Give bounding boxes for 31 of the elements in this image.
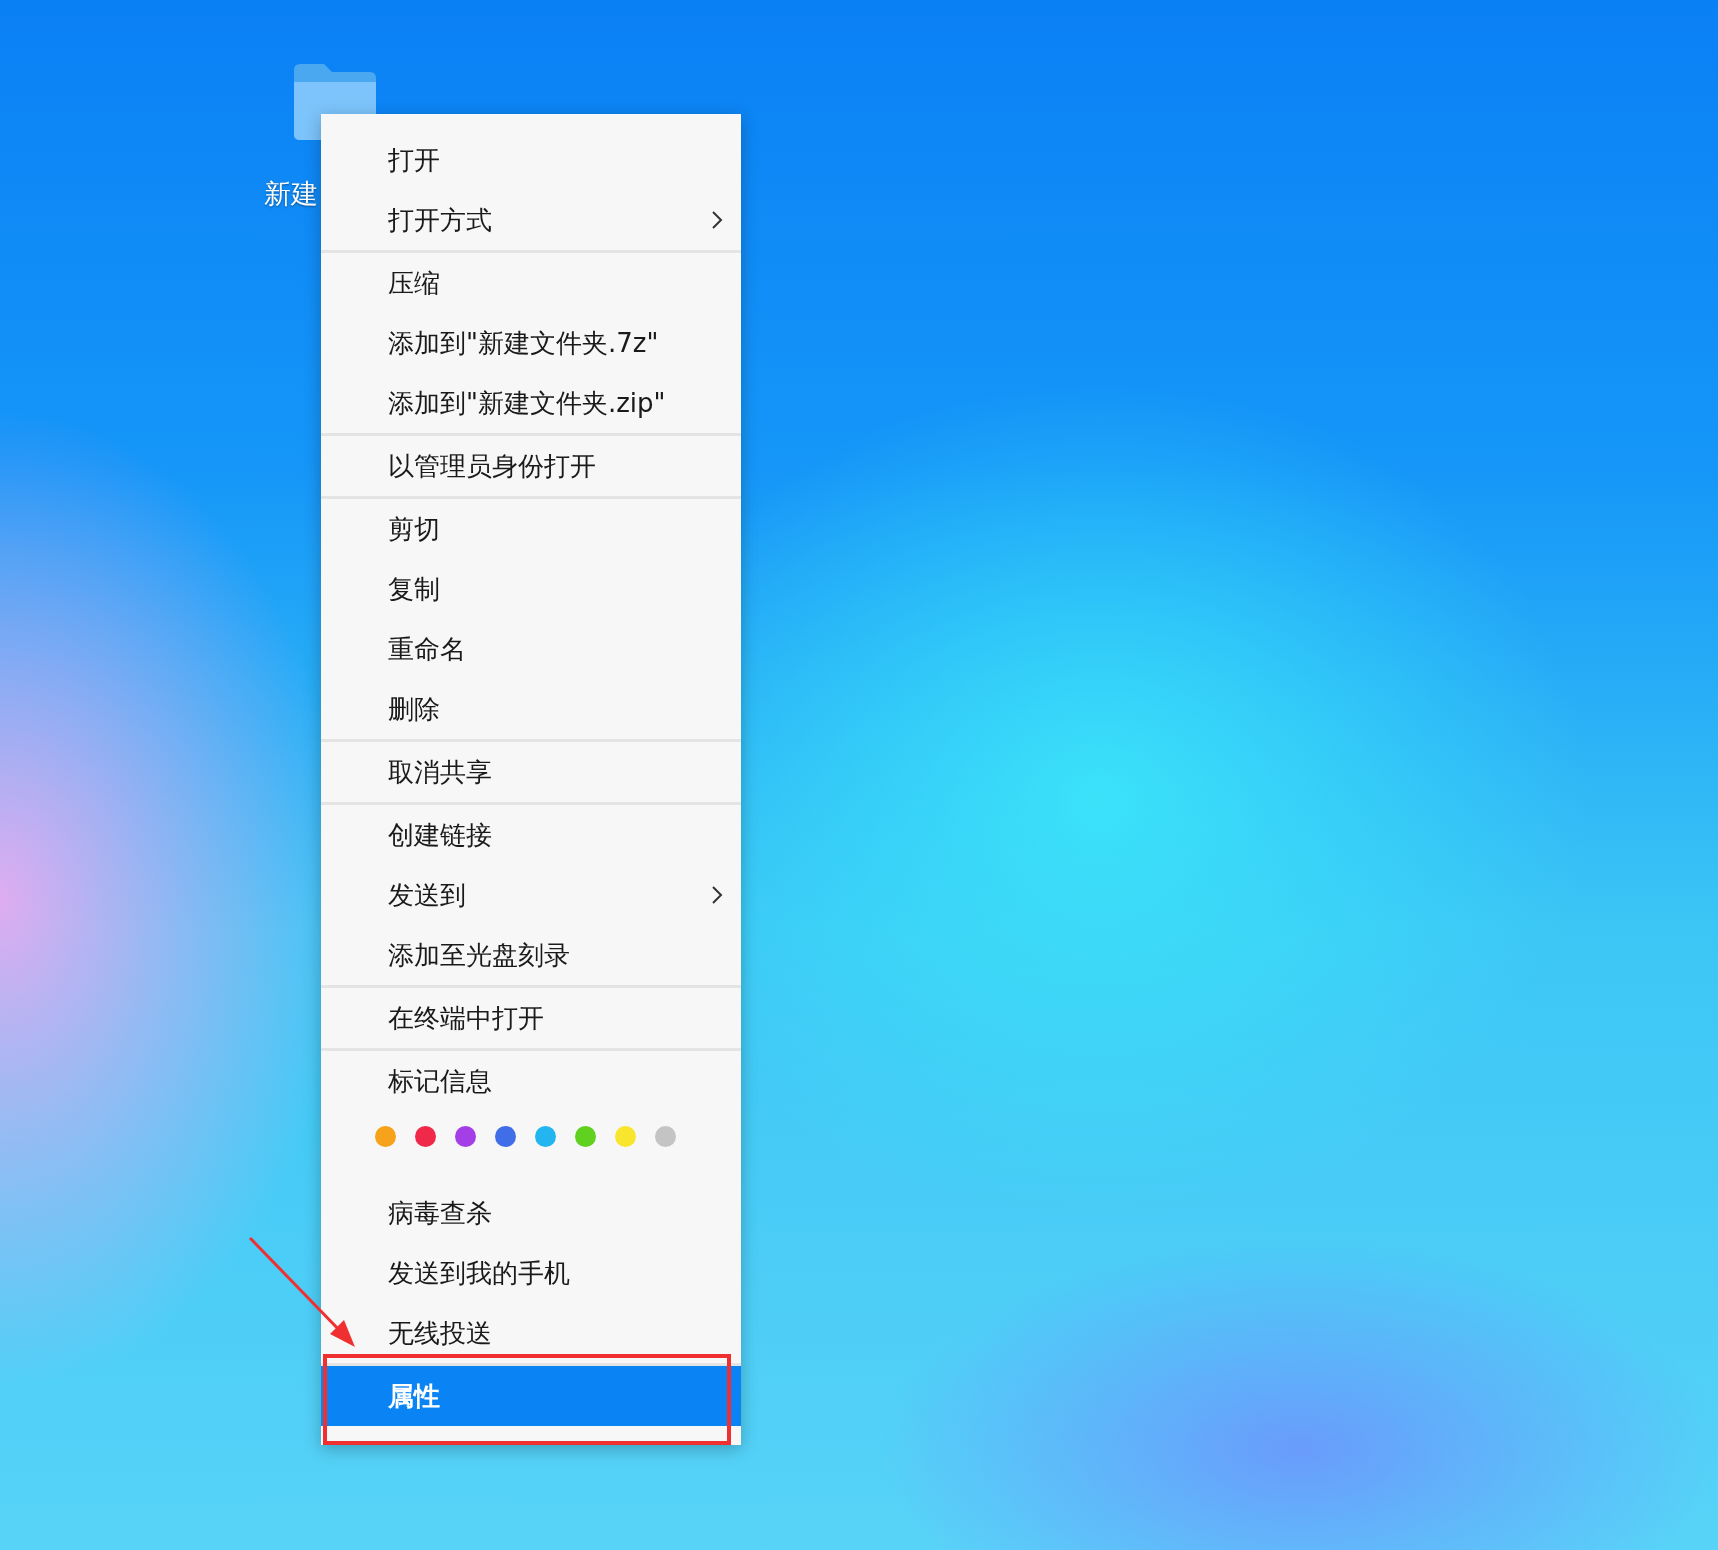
menu-item[interactable]: 重命名 [321,619,741,679]
color-tag-dot[interactable] [615,1125,636,1147]
menu-item[interactable]: 创建链接 [321,805,741,865]
menu-item[interactable]: 删除 [321,679,741,739]
color-tag-dot[interactable] [495,1125,516,1147]
menu-item[interactable]: 发送到 [321,865,741,925]
menu-item[interactable]: 在终端中打开 [321,988,741,1048]
menu-item[interactable]: 属性 [321,1366,741,1426]
menu-item[interactable]: 以管理员身份打开 [321,436,741,496]
chevron-right-icon [711,885,723,905]
color-tag-dot[interactable] [655,1125,676,1147]
color-tag-dot[interactable] [415,1125,436,1147]
folder-label: 新建 [264,177,318,211]
color-tag-dot[interactable] [455,1125,476,1147]
menu-item[interactable]: 标记信息 [321,1051,741,1111]
menu-item[interactable]: 病毒查杀 [321,1183,741,1243]
menu-item[interactable]: 打开 [321,130,741,190]
menu-item[interactable]: 无线投送 [321,1303,741,1363]
color-tag-dot[interactable] [575,1125,596,1147]
menu-item[interactable]: 添加到"新建文件夹.zip" [321,373,741,433]
menu-item[interactable]: 添加至光盘刻录 [321,925,741,985]
menu-item[interactable]: 发送到我的手机 [321,1243,741,1303]
menu-item[interactable]: 取消共享 [321,742,741,802]
menu-item[interactable]: 剪切 [321,499,741,559]
color-tag-dot[interactable] [375,1125,396,1147]
menu-item[interactable]: 压缩 [321,253,741,313]
menu-item[interactable]: 打开方式 [321,190,741,250]
menu-item[interactable]: 复制 [321,559,741,619]
color-tag-dot[interactable] [535,1125,556,1147]
chevron-right-icon [711,210,723,230]
menu-item[interactable]: 添加到"新建文件夹.7z" [321,313,741,373]
